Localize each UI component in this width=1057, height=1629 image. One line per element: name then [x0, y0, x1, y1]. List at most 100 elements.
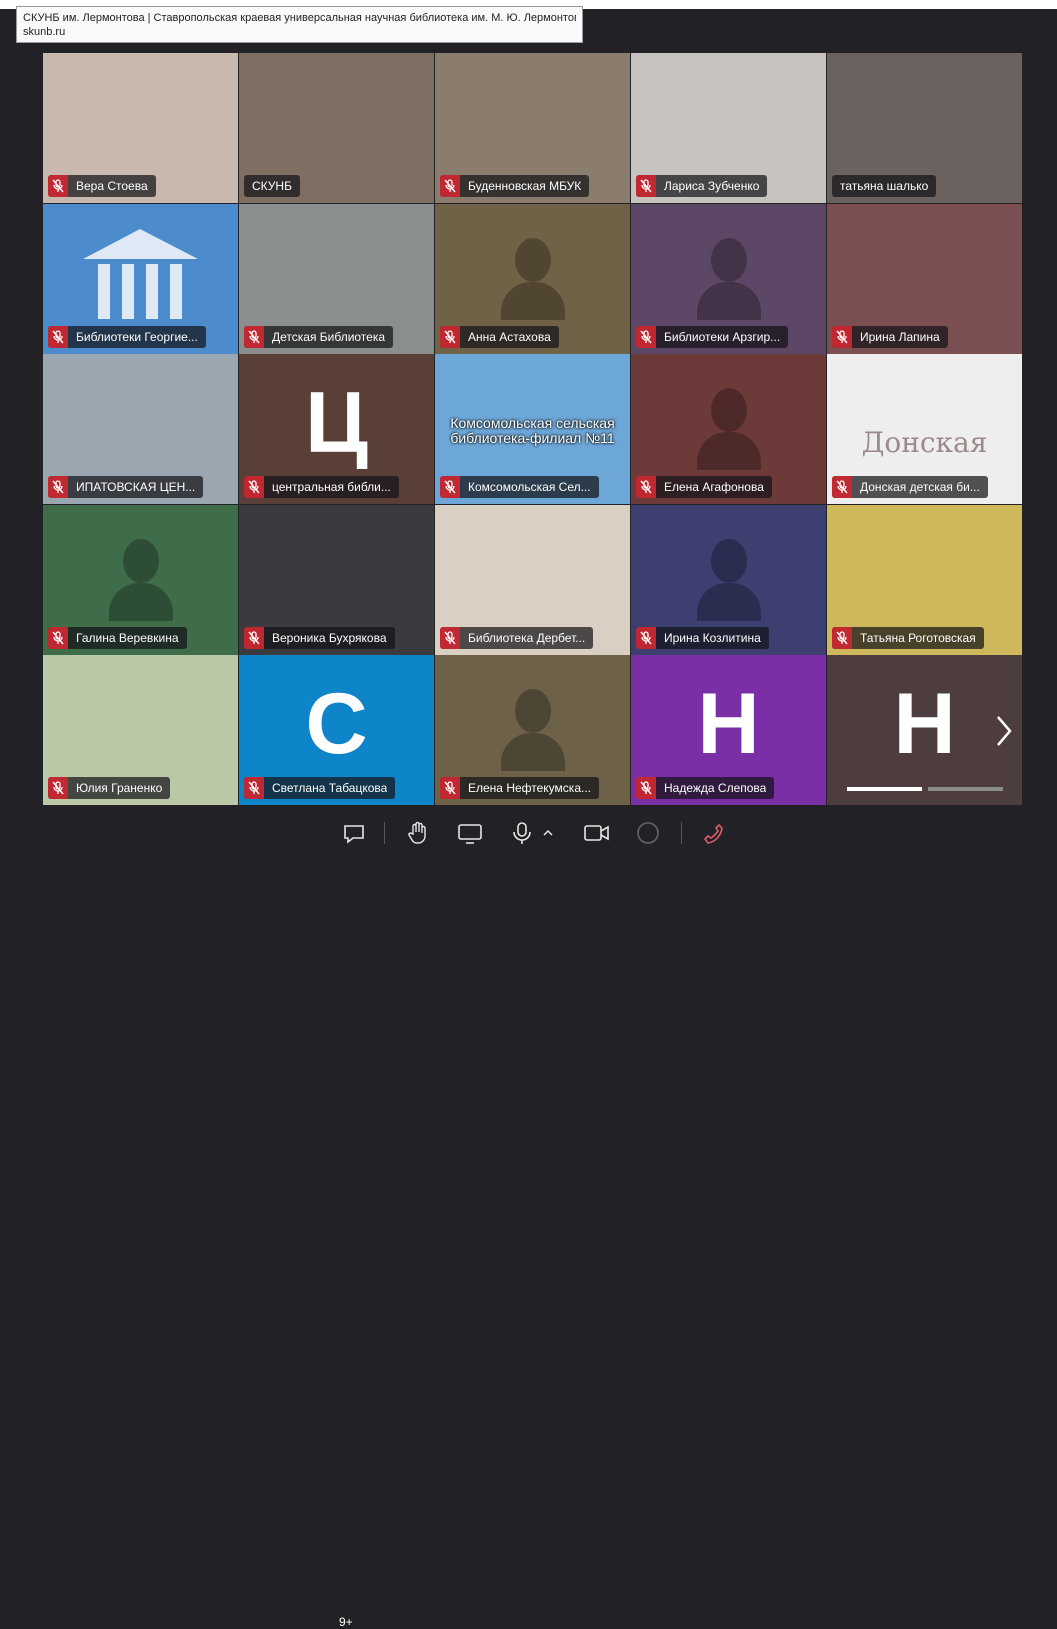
participant-tile[interactable]: Вера Стоева: [43, 53, 238, 203]
mic-muted-icon: [52, 781, 64, 795]
participant-label: Буденновская МБУК: [440, 175, 590, 197]
avatar-placeholder-icon: [500, 689, 565, 771]
mic-muted-badge: [636, 476, 656, 498]
participant-name: Лариса Зубченко: [664, 179, 760, 193]
participant-label: Библиотека Дербет...: [440, 626, 594, 649]
mic-muted-icon: [640, 781, 652, 795]
participant-label: ИПАТОВСКАЯ ЦЕН...: [48, 476, 204, 498]
mic-muted-badge: [440, 777, 460, 799]
participant-tile[interactable]: Ццентральная библи...: [239, 354, 434, 504]
mic-muted-icon: [52, 329, 64, 343]
mic-muted-icon: [640, 179, 652, 193]
library-banner: Комсомольская сельская библиотека-филиал…: [450, 415, 615, 446]
mic-muted-badge: [244, 325, 264, 348]
mic-muted-badge: [48, 476, 68, 498]
toolbar-divider: [681, 822, 682, 844]
participant-tile[interactable]: Елена Агафонова: [631, 354, 826, 504]
participant-name: Детская Библиотека: [272, 329, 386, 344]
participant-name: Вероника Бухрякова: [272, 630, 387, 645]
participant-name: Вера Стоева: [76, 179, 148, 193]
call-toolbar: 9+: [0, 806, 1057, 1629]
tooltip-title: СКУНБ им. Лермонтова | Ставропольская кр…: [23, 12, 576, 24]
participant-tile[interactable]: Н Надежда Слепова: [631, 655, 826, 805]
participant-name: Ирина Лапина: [860, 329, 940, 344]
participant-tile[interactable]: Буденновская МБУК: [435, 53, 630, 203]
participant-tile[interactable]: Татьяна Роготовская: [827, 504, 1022, 655]
participant-tile[interactable]: Вероника Бухрякова: [239, 504, 434, 655]
participant-tile[interactable]: Донская Донская детская би...: [827, 354, 1022, 504]
participant-label: Детская Библиотека: [244, 325, 394, 348]
participant-tile[interactable]: татьяна шалько: [827, 53, 1022, 203]
participant-name: Анна Астахова: [468, 329, 551, 344]
participant-label: центральная библи...: [244, 476, 399, 498]
participant-label: татьяна шалько: [832, 175, 937, 197]
mic-muted-icon: [444, 329, 456, 343]
participant-tile[interactable]: Елена Нефтекумска...: [435, 655, 630, 805]
participant-tile[interactable]: Детская Библиотека: [239, 203, 434, 354]
participant-tile[interactable]: СКУНБ: [239, 53, 434, 203]
participant-name: Татьяна Роготовская: [860, 630, 976, 645]
mic-muted-icon: [836, 480, 848, 494]
mic-muted-badge: [832, 325, 852, 348]
mic-muted-icon: [248, 480, 260, 494]
avatar-letter: С: [305, 676, 368, 772]
microphone-options-button[interactable]: [538, 816, 558, 850]
participant-tile[interactable]: Ирина Лапина: [827, 203, 1022, 354]
participant-tile[interactable]: Библиотека Дербет...: [435, 504, 630, 655]
mic-muted-icon: [248, 329, 260, 343]
record-button[interactable]: [631, 816, 665, 850]
mic-muted-badge: [636, 626, 656, 649]
avatar-letter: Н: [697, 676, 760, 772]
participants-grid: Вера Стоева СКУНБ Буденновская МБУК Лариса …: [43, 53, 1023, 805]
page-tooltip: СКУНБ им. Лермонтова | Ставропольская кр…: [16, 6, 583, 43]
camera-button[interactable]: [580, 816, 614, 850]
hang-up-icon: [703, 823, 723, 844]
participant-label: Надежда Слепова: [636, 777, 775, 799]
mic-muted-icon: [444, 480, 456, 494]
participant-label: Вера Стоева: [48, 175, 156, 197]
participant-label: СКУНБ: [244, 175, 300, 197]
participant-tile[interactable]: Ирина Козлитина: [631, 504, 826, 655]
hang-up-button[interactable]: [696, 816, 730, 850]
participant-name: центральная библи...: [272, 480, 391, 494]
participant-tile[interactable]: Библиотеки Георгие...: [43, 203, 238, 354]
participant-tile[interactable]: Юлия Граненко: [43, 655, 238, 805]
participant-tile[interactable]: С Светлана Табацкова: [239, 655, 434, 805]
participant-name: Комсомольская Сел...: [468, 480, 591, 494]
chevron-right-icon[interactable]: [992, 713, 1016, 749]
mic-muted-badge: [832, 626, 852, 649]
participant-name: Юлия Граненко: [76, 781, 163, 795]
screen-share-button[interactable]: [453, 816, 487, 850]
participant-tile[interactable]: ИПАТОВСКАЯ ЦЕН...: [43, 354, 238, 504]
participant-name: Библиотека Дербет...: [468, 630, 586, 645]
avatar-placeholder-icon: [500, 237, 565, 320]
avatar-placeholder-icon: [108, 538, 173, 621]
participant-tile[interactable]: Галина Веревкина: [43, 504, 238, 655]
more-participants-tile[interactable]: Н: [827, 655, 1022, 805]
chat-button[interactable]: [337, 816, 371, 850]
participant-name: Елена Нефтекумска...: [468, 781, 591, 795]
mic-muted-badge: [48, 325, 68, 348]
participant-label: Донская детская би...: [832, 476, 988, 498]
participant-tile[interactable]: Анна Астахова: [435, 203, 630, 354]
participant-tile[interactable]: Лариса Зубченко: [631, 53, 826, 203]
participant-label: Библиотеки Арзгир...: [636, 325, 789, 348]
mic-muted-badge: [636, 777, 656, 799]
participant-tile[interactable]: Комсомольская сельская библиотека-филиал…: [435, 354, 630, 504]
mic-muted-badge: [832, 476, 852, 498]
mic-muted-icon: [52, 480, 64, 494]
raise-hand-button[interactable]: [401, 816, 435, 850]
microphone-button[interactable]: [505, 816, 539, 850]
chat-unread-badge: 9+: [339, 1615, 353, 1629]
mic-muted-icon: [640, 630, 652, 644]
participant-label: Татьяна Роготовская: [832, 626, 984, 649]
participant-label: Вероника Бухрякова: [244, 626, 395, 649]
participant-tile[interactable]: Библиотеки Арзгир...: [631, 203, 826, 354]
participant-label: Галина Веревкина: [48, 626, 187, 649]
library-building-icon: [83, 228, 198, 319]
mic-muted-icon: [444, 630, 456, 644]
participant-name: Надежда Слепова: [664, 781, 767, 795]
camera-icon: [584, 825, 609, 841]
chat-icon: [344, 825, 364, 844]
participant-label: Анна Астахова: [440, 325, 559, 348]
